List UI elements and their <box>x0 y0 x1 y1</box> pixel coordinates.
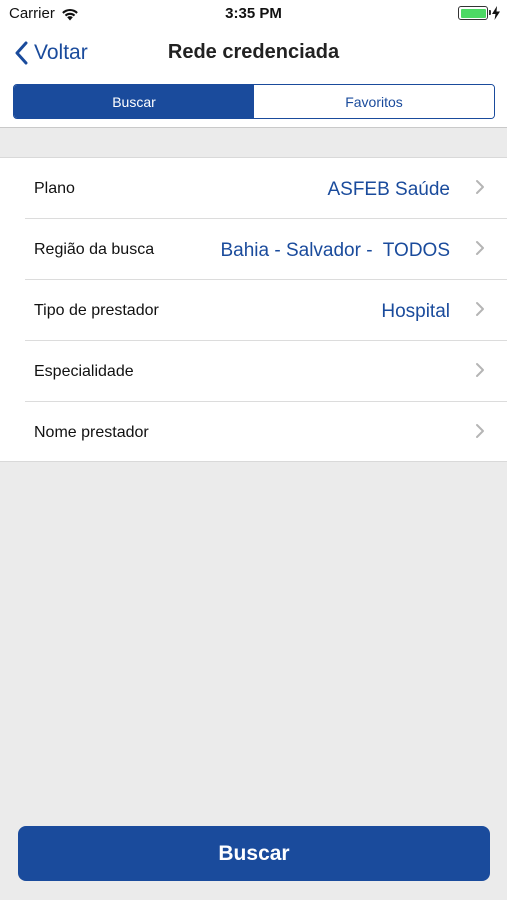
row-tipo-de-prestador[interactable]: Tipo de prestador Hospital <box>25 280 507 341</box>
row-plano[interactable]: Plano ASFEB Saúde <box>25 158 507 219</box>
battery-fill <box>460 8 486 18</box>
chevron-right-icon <box>476 180 484 194</box>
row-value: ASFEB Saúde <box>327 179 450 200</box>
status-bar: Carrier 3:35 PM <box>0 0 507 28</box>
chevron-right-icon <box>476 424 484 438</box>
tab-buscar-label: Buscar <box>112 93 156 110</box>
navigation-bar: Voltar Rede credenciada <box>0 28 507 78</box>
battery-icon <box>458 6 491 20</box>
tab-favoritos-label: Favoritos <box>345 93 403 110</box>
search-button[interactable]: Buscar <box>18 826 490 881</box>
search-button-label: Buscar <box>218 841 290 865</box>
segmented-control: Buscar Favoritos <box>13 84 495 119</box>
chevron-right-icon <box>476 302 484 316</box>
chevron-right-icon <box>476 363 484 377</box>
segment-bar: Buscar Favoritos <box>0 78 507 128</box>
row-especialidade[interactable]: Especialidade <box>25 341 507 402</box>
row-label: Nome prestador <box>34 424 149 441</box>
tab-buscar[interactable]: Buscar <box>14 85 254 118</box>
tab-favoritos[interactable]: Favoritos <box>254 85 494 118</box>
row-label: Tipo de prestador <box>34 302 159 319</box>
search-form: Plano ASFEB Saúde Região da busca Bahia … <box>0 157 507 462</box>
battery-indicator <box>458 6 501 20</box>
page-title: Rede credenciada <box>167 41 340 63</box>
row-value: Hospital <box>381 301 450 322</box>
chevron-right-icon <box>476 241 484 255</box>
row-nome-prestador[interactable]: Nome prestador <box>25 402 507 463</box>
row-value: Bahia - Salvador - TODOS <box>220 240 450 261</box>
row-label: Plano <box>34 180 75 197</box>
status-time: 3:35 PM <box>225 5 282 22</box>
charging-bolt-icon <box>492 6 500 20</box>
row-label: Especialidade <box>34 363 134 380</box>
row-regiao-da-busca[interactable]: Região da busca Bahia - Salvador - TODOS <box>25 219 507 280</box>
row-label: Região da busca <box>34 241 155 258</box>
